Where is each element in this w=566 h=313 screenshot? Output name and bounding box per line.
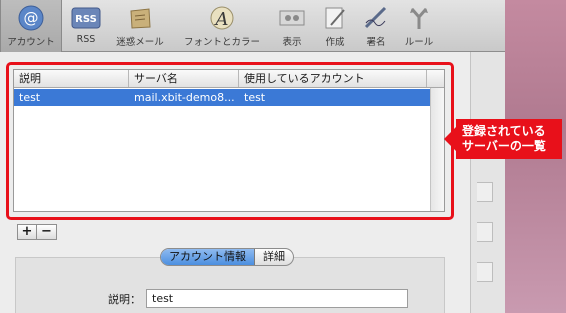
preferences-toolbar: @ アカウント RSS RSS 迷惑メール A フォントとカラー 表示 作成 署… (0, 0, 505, 52)
toolbar-label: RSS (76, 34, 96, 45)
toolbar-item-signatures[interactable]: 署名 (356, 0, 396, 52)
viewing-icon (277, 4, 307, 32)
edge-tick (477, 182, 493, 202)
rules-icon (404, 4, 434, 32)
toolbar-item-rss[interactable]: RSS RSS (64, 0, 108, 52)
composing-icon (320, 4, 350, 32)
rss-icon: RSS (71, 4, 101, 32)
toolbar-item-rules[interactable]: ルール (398, 0, 440, 52)
add-account-button[interactable]: + (17, 224, 37, 240)
toolbar-label: アカウント (7, 37, 55, 48)
edge-tick (477, 262, 493, 282)
detail-tabs: アカウント情報 詳細 (160, 248, 294, 266)
server-list-highlight (6, 62, 454, 220)
toolbar-item-accounts[interactable]: @ アカウント (0, 0, 62, 52)
svg-text:A: A (214, 9, 229, 30)
add-remove-buttons: + − (17, 224, 57, 240)
description-field[interactable]: test (146, 289, 408, 308)
toolbar-label: 作成 (325, 37, 345, 48)
signatures-icon (361, 4, 391, 32)
toolbar-item-fonts-colors[interactable]: A フォントとカラー (176, 0, 268, 52)
toolbar-item-composing[interactable]: 作成 (314, 0, 356, 52)
callout-line-1: 登録されている (462, 124, 546, 138)
window-right-edge (470, 52, 505, 313)
junk-mail-icon (125, 4, 155, 32)
edge-tick (477, 222, 493, 242)
description-label: 説明： (108, 293, 141, 306)
toolbar-label: ルール (404, 37, 434, 48)
toolbar-label: 迷惑メール (116, 37, 164, 48)
svg-text:RSS: RSS (75, 14, 97, 25)
callout-arrow (444, 127, 456, 151)
callout-line-2: サーバーの一覧 (462, 139, 546, 153)
toolbar-label: 表示 (282, 37, 302, 48)
svg-text:@: @ (24, 9, 39, 27)
toolbar-label: 署名 (366, 37, 386, 48)
callout: 登録されている サーバーの一覧 (444, 116, 562, 162)
toolbar-label: フォントとカラー (183, 37, 260, 48)
remove-account-button[interactable]: − (37, 224, 57, 240)
fonts-colors-icon: A (207, 4, 237, 32)
tab-account-info[interactable]: アカウント情報 (161, 249, 255, 265)
tab-advanced[interactable]: 詳細 (255, 249, 293, 265)
toolbar-item-junk-mail[interactable]: 迷惑メール (108, 0, 172, 52)
at-sign-icon: @ (16, 4, 46, 32)
toolbar-item-viewing[interactable]: 表示 (270, 0, 314, 52)
callout-text: 登録されている サーバーの一覧 (456, 119, 562, 159)
